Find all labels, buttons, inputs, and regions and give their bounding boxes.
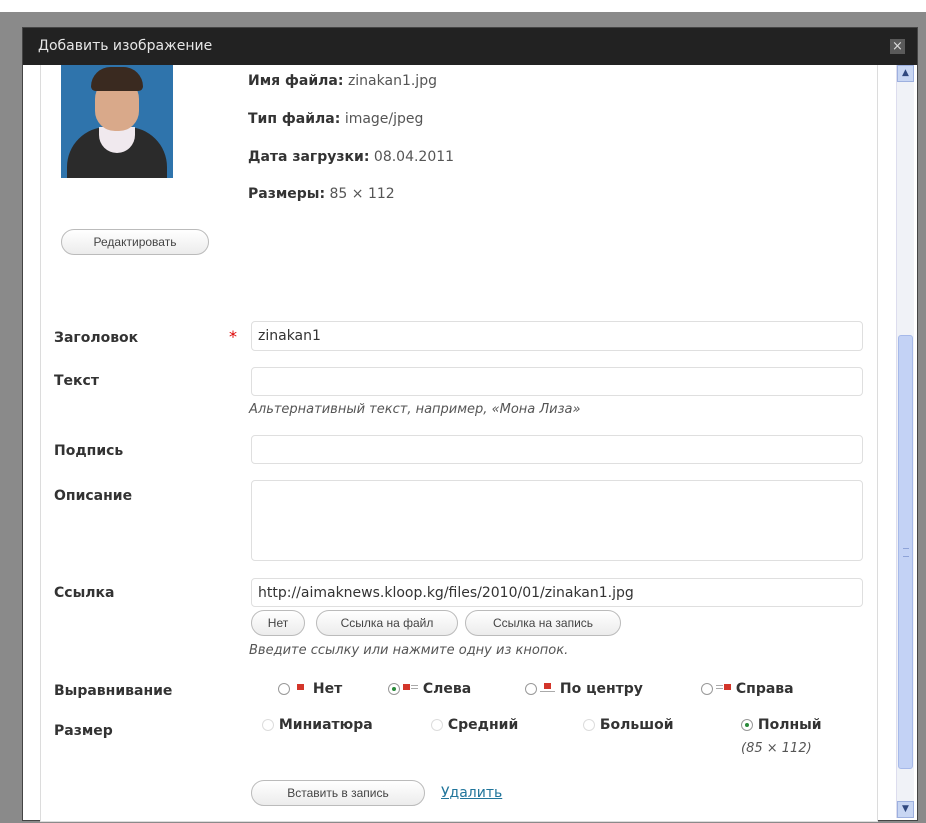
- link-hint: Введите ссылку или нажмите одну из кнопо…: [249, 643, 569, 658]
- align-right-text: Справа: [735, 681, 794, 697]
- alt-text-input[interactable]: [251, 367, 863, 396]
- align-none-option[interactable]: Нет: [278, 681, 342, 697]
- add-image-dialog: Добавить изображение × Редактировать Имя…: [22, 27, 918, 822]
- link-url-input[interactable]: [251, 578, 863, 607]
- background-page-strip: [0, 0, 926, 12]
- size-thumbnail-radio[interactable]: [262, 719, 274, 731]
- file-name: Имя файла: zinakan1.jpg: [248, 73, 437, 89]
- image-thumbnail: [61, 65, 173, 178]
- align-left-icon: [403, 683, 418, 693]
- align-none-text: Нет: [312, 681, 343, 697]
- align-left-radio[interactable]: [388, 683, 400, 695]
- chevron-up-icon[interactable]: ▲: [897, 65, 914, 82]
- file-name-label: Имя файла:: [248, 73, 344, 89]
- file-type: Тип файла: image/jpeg: [248, 111, 423, 127]
- size-medium-option[interactable]: Средний: [431, 717, 518, 733]
- size-large-option[interactable]: Большой: [583, 717, 674, 733]
- align-right-option[interactable]: Справа: [701, 681, 794, 697]
- file-name-value: zinakan1.jpg: [347, 73, 437, 89]
- upload-date-value: 08.04.2011: [373, 149, 455, 165]
- file-type-label: Тип файла:: [248, 111, 341, 127]
- align-left-text: Слева: [422, 681, 472, 697]
- dialog-content: Редактировать Имя файла: zinakan1.jpg Ти…: [40, 65, 878, 822]
- size-full-option[interactable]: Полный: [741, 717, 822, 733]
- photo-hair: [91, 67, 143, 91]
- caption-input[interactable]: [251, 435, 863, 464]
- alt-text-label: Текст: [54, 373, 99, 389]
- upload-date-label: Дата загрузки:: [248, 149, 370, 165]
- image-dimensions: Размеры: 85 × 112: [248, 186, 395, 202]
- description-label: Описание: [54, 488, 133, 504]
- size-medium-text: Средний: [447, 717, 519, 733]
- align-center-text: По центру: [559, 681, 643, 697]
- link-to-post-button[interactable]: Ссылка на запись: [465, 610, 621, 636]
- size-thumbnail-option[interactable]: Миниатюра: [262, 717, 373, 733]
- size-thumbnail-text: Миниатюра: [278, 717, 373, 733]
- align-right-radio[interactable]: [701, 683, 713, 695]
- delete-link[interactable]: Удалить: [441, 785, 502, 801]
- size-large-radio[interactable]: [583, 719, 595, 731]
- close-icon[interactable]: ×: [890, 39, 905, 54]
- size-full-text: Полный: [757, 717, 822, 733]
- image-dimensions-label: Размеры:: [248, 186, 326, 202]
- full-size-dimensions: (85 × 112): [741, 741, 812, 756]
- required-mark: *: [229, 327, 237, 346]
- scrollbar-thumb[interactable]: [898, 335, 913, 769]
- size-medium-radio[interactable]: [431, 719, 443, 731]
- size-large-text: Большой: [599, 717, 674, 733]
- link-label: Ссылка: [54, 585, 115, 601]
- chevron-down-icon[interactable]: ▼: [897, 801, 914, 818]
- upload-date: Дата загрузки: 08.04.2011: [248, 149, 454, 165]
- alignment-label: Выравнивание: [54, 683, 173, 699]
- align-none-icon: [293, 683, 308, 693]
- align-center-icon: [540, 683, 555, 693]
- dialog-titlebar: Добавить изображение ×: [23, 28, 917, 65]
- alt-text-hint: Альтернативный текст, например, «Мона Ли…: [249, 402, 581, 417]
- edit-image-button[interactable]: Редактировать: [61, 229, 209, 255]
- dialog-title: Добавить изображение: [38, 38, 213, 54]
- link-none-button[interactable]: Нет: [251, 610, 305, 636]
- title-input[interactable]: [251, 321, 863, 351]
- align-center-option[interactable]: По центру: [525, 681, 643, 697]
- file-type-value: image/jpeg: [344, 111, 424, 127]
- title-label: Заголовок: [54, 330, 139, 346]
- align-left-option[interactable]: Слева: [388, 681, 471, 697]
- description-textarea[interactable]: [251, 480, 863, 561]
- align-right-icon: [716, 683, 731, 693]
- align-none-radio[interactable]: [278, 683, 290, 695]
- insert-into-post-button[interactable]: Вставить в запись: [251, 780, 425, 806]
- image-dimensions-value: 85 × 112: [329, 186, 395, 202]
- caption-label: Подпись: [54, 443, 124, 459]
- align-center-radio[interactable]: [525, 683, 537, 695]
- scrollbar-grip-icon: [903, 548, 909, 557]
- link-to-file-button[interactable]: Ссылка на файл: [316, 610, 458, 636]
- size-label: Размер: [54, 723, 113, 739]
- dialog-scrollbar[interactable]: ▲ ▼: [896, 65, 914, 818]
- size-full-radio[interactable]: [741, 719, 753, 731]
